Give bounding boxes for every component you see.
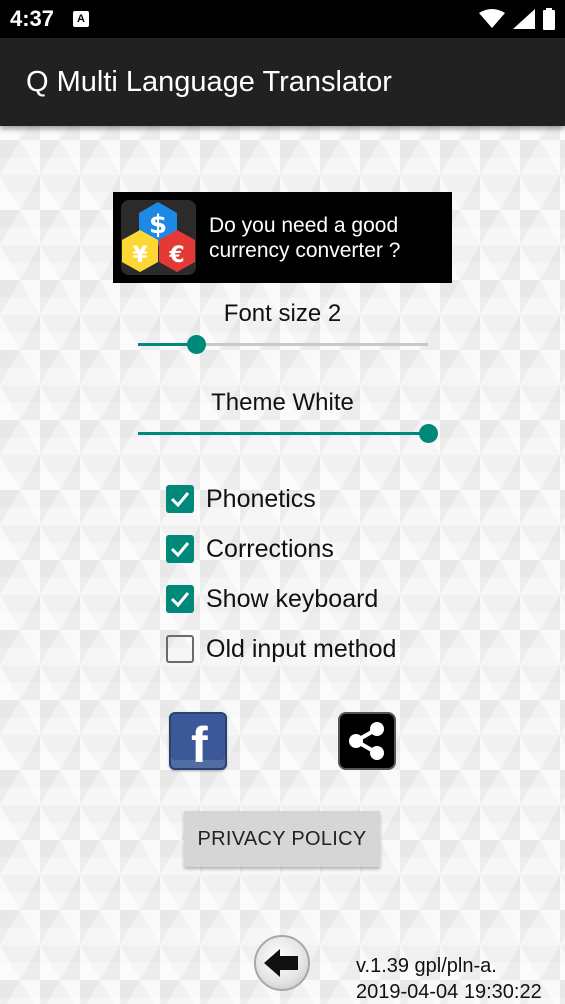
corrections-label: Corrections bbox=[206, 534, 334, 563]
svg-text:€: € bbox=[168, 243, 184, 268]
corrections-checkbox[interactable] bbox=[166, 535, 194, 563]
privacy-policy-button[interactable]: PRIVACY POLICY bbox=[184, 811, 380, 867]
wifi-icon bbox=[479, 9, 505, 28]
app-title: Q Multi Language Translator bbox=[26, 66, 392, 98]
theme-slider[interactable] bbox=[138, 419, 438, 449]
facebook-icon: f bbox=[191, 717, 208, 770]
facebook-button[interactable]: f bbox=[169, 712, 227, 770]
corrections-option[interactable]: Corrections bbox=[166, 532, 334, 566]
old-input-method-option[interactable]: Old input method bbox=[166, 632, 396, 666]
slider-thumb[interactable] bbox=[419, 424, 438, 443]
currency-converter-ad[interactable]: $ ¥ € Do you need a good currency conver… bbox=[113, 192, 452, 283]
font-size-label: Font size 2 bbox=[223, 300, 342, 327]
status-time: 4:37 bbox=[10, 6, 55, 31]
back-arrow-icon bbox=[264, 949, 298, 977]
version-info: v.1.39 gpl/pln-a. 2019-04-04 19:30:22 bbox=[356, 953, 542, 1004]
phonetics-checkbox[interactable] bbox=[166, 485, 194, 513]
checkmark-icon bbox=[170, 492, 190, 508]
currency-symbols-icon: $ ¥ € bbox=[121, 200, 196, 275]
show-keyboard-option[interactable]: Show keyboard bbox=[166, 582, 378, 616]
status-bar: 4:37 A bbox=[0, 0, 565, 38]
phonetics-label: Phonetics bbox=[206, 484, 316, 513]
build-date: 2019-04-04 19:30:22 bbox=[356, 981, 542, 1003]
svg-text:¥: ¥ bbox=[132, 243, 148, 268]
checkmark-icon bbox=[170, 592, 190, 608]
old-input-method-label: Old input method bbox=[206, 634, 397, 663]
svg-text:$: $ bbox=[149, 210, 167, 240]
slider-fill bbox=[138, 432, 428, 435]
share-icon bbox=[349, 722, 384, 760]
show-keyboard-label: Show keyboard bbox=[206, 584, 379, 613]
checkmark-icon bbox=[170, 542, 190, 558]
back-button[interactable] bbox=[254, 935, 310, 991]
status-icons bbox=[479, 8, 555, 30]
battery-icon bbox=[543, 8, 555, 30]
old-input-method-checkbox[interactable] bbox=[166, 635, 194, 663]
ad-text: Do you need a good currency converter ? bbox=[209, 214, 401, 262]
app-bar: Q Multi Language Translator bbox=[0, 38, 565, 126]
phonetics-option[interactable]: Phonetics bbox=[166, 482, 316, 516]
version-line: v.1.39 gpl/pln-a. bbox=[356, 955, 497, 977]
show-keyboard-checkbox[interactable] bbox=[166, 585, 194, 613]
signal-icon bbox=[513, 9, 535, 29]
theme-label: Theme White bbox=[211, 389, 354, 416]
notification-icon: A bbox=[73, 11, 89, 27]
share-button[interactable] bbox=[338, 712, 396, 770]
slider-thumb[interactable] bbox=[187, 335, 206, 354]
font-size-slider[interactable] bbox=[138, 330, 428, 360]
